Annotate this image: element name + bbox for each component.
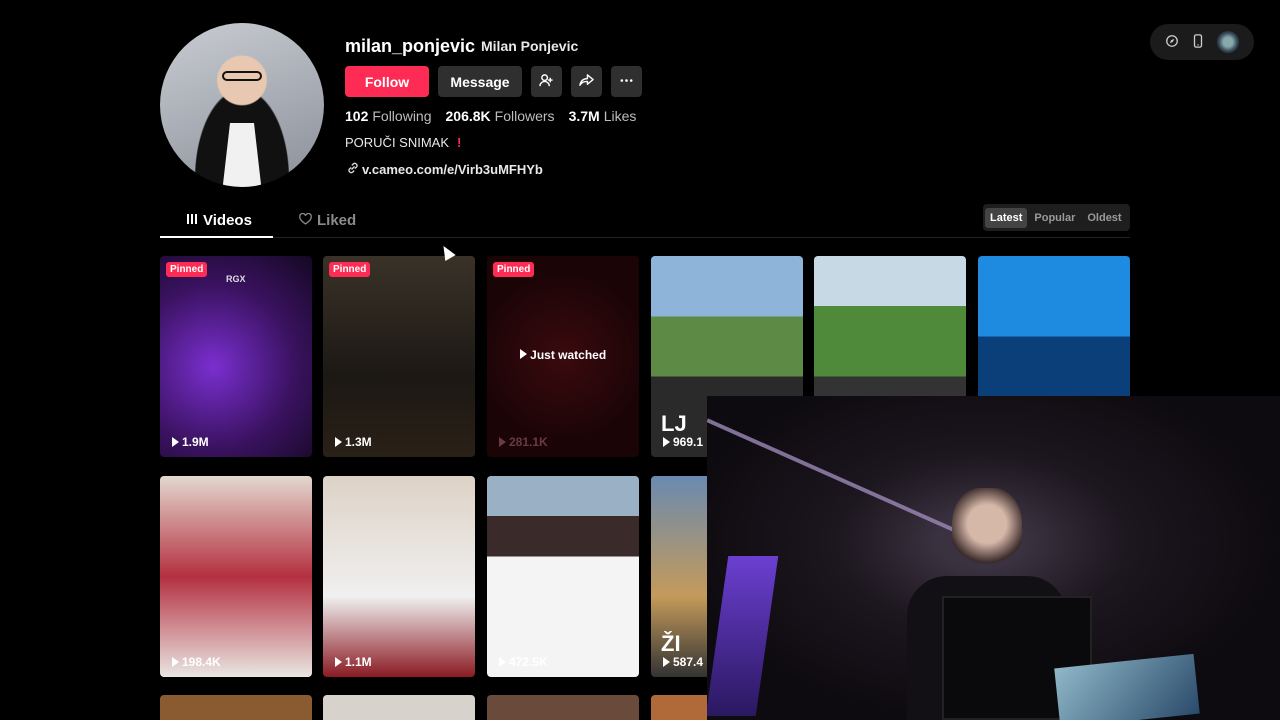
heart-icon: [299, 212, 312, 229]
view-count-value: 587.4: [673, 655, 704, 669]
view-count: 1.9M: [172, 435, 209, 449]
follow-button[interactable]: Follow: [345, 66, 429, 97]
link-icon: [347, 162, 359, 177]
followers-stat[interactable]: 206.8K Followers: [446, 108, 555, 124]
video-card[interactable]: 1.1M: [323, 476, 475, 677]
top-right-controls: [1150, 24, 1254, 60]
compass-icon[interactable]: [1165, 34, 1179, 51]
video-card[interactable]: Pinned 1.3M: [323, 256, 475, 457]
play-icon: [172, 437, 179, 447]
profile-bio: PORUČI SNIMAK!: [345, 135, 461, 150]
just-watched-label: Just watched: [487, 348, 639, 362]
just-watched-text: Just watched: [530, 348, 607, 362]
play-icon: [663, 437, 670, 447]
likes-count: 3.7M: [568, 108, 600, 124]
view-count: 472.5K: [499, 655, 548, 669]
view-count: 969.1: [663, 435, 703, 449]
share-button[interactable]: [571, 66, 602, 97]
tab-videos[interactable]: Videos: [186, 212, 252, 229]
followers-label: Followers: [494, 108, 555, 124]
tab-liked[interactable]: Liked: [299, 212, 356, 229]
view-count: 1.3M: [335, 435, 372, 449]
sort-popular[interactable]: Popular: [1029, 208, 1080, 228]
video-overlay-text: LJ: [661, 411, 687, 436]
grid-icon: [186, 212, 198, 229]
view-count-value: 1.9M: [182, 435, 209, 449]
play-icon: [499, 437, 506, 447]
profile-username: milan_ponjevic: [345, 36, 476, 56]
profile-stats: 102 Following 206.8K Followers 3.7M Likes: [345, 108, 636, 124]
following-stat[interactable]: 102 Following: [345, 108, 432, 124]
play-icon: [335, 437, 342, 447]
view-count: 198.4K: [172, 655, 221, 669]
video-overlay-text: RGX: [226, 274, 246, 284]
pinned-badge: Pinned: [493, 262, 535, 277]
webcam-overlay: [707, 396, 1280, 720]
following-label: Following: [372, 108, 432, 124]
bio-text: PORUČI SNIMAK: [345, 135, 450, 150]
likes-stat: 3.7M Likes: [569, 108, 637, 124]
share-icon: [579, 73, 594, 91]
video-card[interactable]: 198.4K: [160, 476, 312, 677]
play-icon: [663, 657, 670, 667]
pinned-badge: Pinned: [329, 262, 371, 277]
more-icon: [619, 73, 634, 91]
view-count-value: 1.1M: [345, 655, 372, 669]
view-count: 587.4: [663, 655, 703, 669]
add-user-icon: [539, 73, 554, 91]
video-card[interactable]: [487, 695, 639, 720]
play-icon: [172, 657, 179, 667]
view-count: 1.1M: [335, 655, 372, 669]
bio-exclamation: !: [457, 135, 462, 150]
sort-toggle: Latest Popular Oldest: [983, 204, 1130, 231]
webcam-light-beam: [707, 418, 983, 545]
profile-nickname: Milan Ponjevic: [481, 38, 579, 54]
webcam-background-light: [707, 556, 779, 716]
message-button[interactable]: Message: [438, 66, 522, 97]
video-card[interactable]: [323, 695, 475, 720]
profile-avatar: [160, 23, 324, 187]
webcam-person-head: [952, 488, 1022, 578]
pinned-badge: Pinned: [166, 262, 208, 277]
video-card[interactable]: Pinned RGX 1.9M: [160, 256, 312, 457]
video-card[interactable]: 472.5K: [487, 476, 639, 677]
play-icon: [519, 349, 527, 359]
view-count-value: 969.1: [673, 435, 704, 449]
add-user-button[interactable]: [531, 66, 562, 97]
avatar-shirt: [222, 123, 262, 187]
video-card[interactable]: [160, 695, 312, 720]
view-count-value: 198.4K: [182, 655, 221, 669]
video-card[interactable]: Pinned Just watched 281.1K: [487, 256, 639, 457]
view-count-value: 1.3M: [345, 435, 372, 449]
likes-label: Likes: [603, 108, 637, 124]
more-options-button[interactable]: [611, 66, 642, 97]
following-count: 102: [345, 108, 369, 124]
phone-icon[interactable]: [1192, 33, 1204, 51]
sort-latest[interactable]: Latest: [985, 207, 1028, 228]
play-icon: [335, 657, 342, 667]
tab-videos-label: Videos: [203, 212, 252, 229]
tab-liked-label: Liked: [317, 212, 357, 229]
user-avatar[interactable]: [1217, 31, 1240, 53]
active-tab-indicator: [160, 236, 273, 238]
play-icon: [499, 657, 506, 667]
link-text: v.cameo.com/e/Virb3uMFHYb: [362, 162, 543, 177]
sort-oldest[interactable]: Oldest: [1082, 208, 1126, 228]
view-count-value: 472.5K: [509, 655, 548, 669]
avatar-glasses: [222, 71, 262, 81]
followers-count: 206.8K: [445, 108, 491, 124]
view-count-value: 281.1K: [509, 435, 548, 449]
view-count: 281.1K: [499, 435, 548, 449]
video-overlay-text: ŽI: [661, 631, 681, 656]
profile-link[interactable]: v.cameo.com/e/Virb3uMFHYb: [347, 162, 543, 177]
